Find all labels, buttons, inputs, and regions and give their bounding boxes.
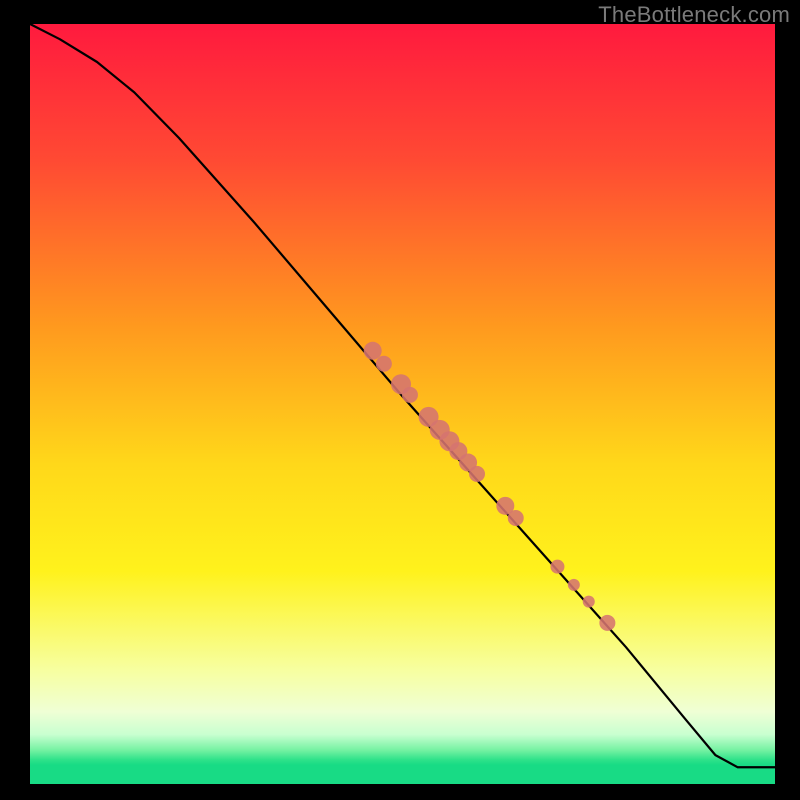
data-marker — [583, 596, 595, 608]
chart-stage: TheBottleneck.com — [0, 0, 800, 800]
data-marker — [469, 466, 485, 482]
bottleneck-chart — [0, 0, 800, 800]
data-marker — [550, 560, 564, 574]
data-marker — [364, 342, 382, 360]
data-marker — [376, 356, 392, 372]
data-marker — [599, 615, 615, 631]
watermark-text: TheBottleneck.com — [598, 2, 790, 28]
plot-gradient-background — [30, 24, 775, 784]
data-marker — [508, 510, 524, 526]
data-marker — [402, 387, 418, 403]
data-marker — [568, 579, 580, 591]
